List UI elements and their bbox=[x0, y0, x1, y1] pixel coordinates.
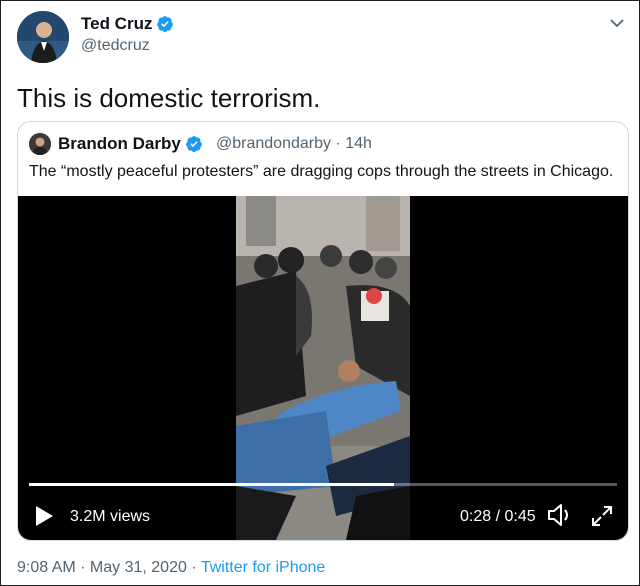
volume-icon[interactable] bbox=[546, 502, 574, 528]
quoted-author-name[interactable]: Brandon Darby bbox=[58, 134, 181, 154]
quoted-author-avatar[interactable] bbox=[29, 133, 51, 155]
video-progress-bar[interactable] bbox=[29, 483, 617, 486]
author-handle[interactable]: @tedcruz bbox=[81, 37, 150, 55]
video-progress-fill bbox=[29, 483, 394, 486]
quoted-text: The “mostly peaceful protesters” are dra… bbox=[29, 163, 614, 180]
tweet-timestamp[interactable]: 9:08 AM · May 31, 2020 · bbox=[17, 559, 201, 576]
quoted-tweet[interactable]: Brandon Darby @brandondarby · 14h The “m… bbox=[17, 121, 629, 541]
quoted-author-name-row[interactable]: Brandon Darby bbox=[58, 134, 203, 154]
verified-badge-icon bbox=[157, 16, 174, 33]
tweet-source-link[interactable]: Twitter for iPhone bbox=[201, 559, 326, 576]
fullscreen-icon[interactable] bbox=[590, 504, 614, 528]
author-avatar[interactable] bbox=[17, 11, 69, 63]
chevron-down-icon[interactable] bbox=[607, 13, 627, 33]
tweet-card: Ted Cruz @tedcruz This is domestic terro… bbox=[0, 0, 640, 586]
tweet-footer: 9:08 AM · May 31, 2020 · Twitter for iPh… bbox=[17, 559, 325, 577]
view-count: 3.2M views bbox=[70, 508, 151, 525]
verified-badge-icon bbox=[185, 136, 202, 153]
video-time: 0:28 / 0:45 bbox=[460, 508, 536, 525]
author-name-row[interactable]: Ted Cruz bbox=[81, 14, 174, 34]
video-player[interactable]: 3.2M views 0:28 / 0:45 bbox=[18, 196, 628, 540]
play-icon[interactable] bbox=[34, 505, 54, 527]
tweet-text: This is domestic terrorism. bbox=[17, 83, 321, 113]
quoted-handle-time[interactable]: @brandondarby · 14h bbox=[216, 135, 372, 153]
video-frame[interactable] bbox=[236, 196, 410, 540]
author-name[interactable]: Ted Cruz bbox=[81, 14, 152, 34]
